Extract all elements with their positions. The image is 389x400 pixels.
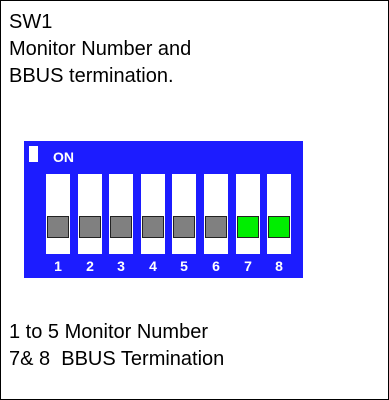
switch-knob-off [47,216,69,238]
title-line-2: Monitor Number and [9,38,192,60]
switch-number-label: 8 [275,258,283,274]
switch-knob-on [237,216,259,238]
note-monitor-number: 1 to 5 Monitor Number [9,321,208,343]
dip-switch-7[interactable] [236,174,260,254]
dip-switch-1[interactable] [46,174,70,254]
switch-number-label: 5 [180,258,188,274]
dip-switch-block: ON 1 2 3 4 5 6 7 8 [24,141,303,278]
dip-switch-6[interactable] [204,174,228,254]
switch-number-label: 2 [86,258,94,274]
dip-switch-5[interactable] [172,174,196,254]
switch-knob-on [268,216,290,238]
switch-knob-off [79,216,101,238]
switch-number-label: 4 [149,258,157,274]
dip-switch-3[interactable] [109,174,133,254]
note-bbus-termination: 7& 8 BBUS Termination [9,348,225,370]
switch-number-label: 6 [212,258,220,274]
notes: 1 to 5 Monitor Number 7& 8 BBUS Terminat… [9,319,224,373]
title-line-3: BBUS termination. [9,65,174,87]
switch-number-label: 1 [54,258,62,274]
switch-number-label: 7 [244,258,252,274]
dip-switch-8[interactable] [267,174,291,254]
switch-id: SW1 [9,11,53,33]
diagram-frame: SW1 Monitor Number and BBUS termination.… [0,0,389,400]
switch-knob-off [142,216,164,238]
switch-knob-off [205,216,227,238]
switch-number-label: 3 [117,258,125,274]
on-label: ON [53,149,74,165]
switch-knob-off [110,216,132,238]
dip-switch-4[interactable] [141,174,165,254]
switch-knob-off [173,216,195,238]
on-position-marker [29,146,38,162]
title-block: SW1 Monitor Number and BBUS termination. [9,9,191,90]
dip-switch-2[interactable] [78,174,102,254]
